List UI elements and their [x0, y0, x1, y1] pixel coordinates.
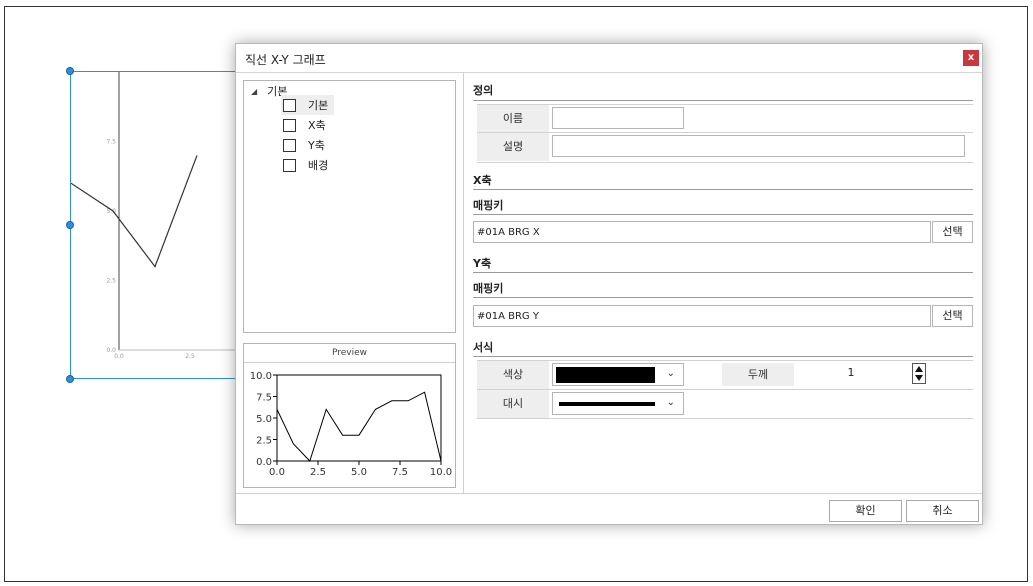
section-y-axis: Y축	[473, 257, 492, 270]
dash-combo[interactable]: ⌄	[552, 392, 684, 415]
checkbox[interactable]	[283, 138, 296, 152]
divider	[473, 297, 973, 298]
dialog-titlebar: 직선 X-Y 그래프 x	[236, 44, 982, 73]
x-select-button[interactable]: 선택	[932, 221, 973, 243]
tree-item-x-axis[interactable]: X축	[281, 115, 332, 135]
x-tick-label: 10.0	[430, 467, 452, 478]
divider	[477, 418, 973, 419]
preview-panel: Preview 0.0 0.0 2.5 2.5 5.0 5.0 7.5 7.5 10.0 10.0	[243, 343, 456, 488]
checkbox[interactable]	[283, 118, 296, 132]
y-select-button[interactable]: 선택	[932, 305, 973, 327]
preview-header: Preview	[244, 344, 455, 363]
cancel-button[interactable]: 취소	[906, 500, 979, 522]
color-combo[interactable]: ⌄	[552, 363, 684, 386]
dash-style-swatch	[559, 402, 655, 406]
dialog-title: 직선 X-Y 그래프	[245, 53, 326, 67]
x-mapping-key-title: 매핑키	[473, 199, 504, 212]
x-mapping-key-input[interactable]	[473, 221, 931, 243]
divider	[477, 162, 973, 163]
tree-item-background[interactable]: 배경	[281, 155, 334, 175]
description-label: 설명	[477, 133, 549, 161]
thickness-label: 두께	[722, 363, 794, 386]
x-tick-label: 2.5	[185, 353, 195, 360]
dash-label: 대시	[477, 390, 549, 418]
divider	[477, 360, 973, 361]
panel-divider	[463, 73, 464, 493]
close-button[interactable]: x	[963, 50, 979, 66]
divider	[473, 272, 973, 273]
tree-item-basic[interactable]: 기본	[281, 95, 335, 115]
y-tick-label: 7.5	[106, 139, 116, 146]
y-tick-label: 5.0	[256, 414, 272, 425]
y-tick-label: 2.5	[256, 436, 272, 447]
divider	[477, 132, 973, 133]
series-line	[71, 155, 198, 268]
collapse-arrow-icon[interactable]: ◢	[251, 87, 257, 96]
divider	[473, 356, 973, 357]
chevron-down-icon: ⌄	[666, 397, 675, 408]
thickness-spinner[interactable]	[912, 363, 926, 384]
preview-chart: 0.00.02.52.55.05.07.57.510.010.0	[250, 371, 452, 478]
line-xy-graph-dialog: 직선 X-Y 그래프 x ◢ 기본 기본 X축 Y축 배경 Preview 0.…	[235, 43, 983, 525]
resize-handle-top-left[interactable]	[66, 67, 74, 75]
property-tree: ◢ 기본 기본 X축 Y축 배경	[243, 80, 456, 333]
divider	[473, 100, 973, 101]
divider	[477, 104, 973, 105]
plot-frame	[276, 374, 442, 462]
spin-down-icon[interactable]	[915, 375, 923, 381]
y-mapping-key-title: 매핑키	[473, 282, 504, 295]
series-line	[276, 391, 442, 462]
section-x-axis: X축	[473, 174, 492, 187]
divider	[477, 389, 973, 390]
x-tick-label: 5.0	[351, 467, 367, 478]
chevron-down-icon: ⌄	[666, 368, 675, 379]
canvas-chart-widget[interactable]: 7.5 5.0 2.5 0.0 0.0 2.5	[70, 71, 241, 379]
x-tick-label: 7.5	[392, 467, 408, 478]
section-format: 서식	[473, 341, 494, 354]
tree-item-label: 배경	[308, 159, 329, 172]
color-swatch	[556, 367, 655, 383]
divider	[473, 214, 973, 215]
ok-button[interactable]: 확인	[829, 500, 902, 522]
description-input[interactable]	[552, 135, 965, 157]
tree-item-y-axis[interactable]: Y축	[281, 135, 331, 155]
x-tick-label: 2.5	[310, 467, 326, 478]
y-tick-label: 10.0	[250, 371, 272, 382]
tree-item-label: 기본	[308, 99, 329, 112]
canvas-chart-plot: 7.55.02.50.00.0 2.5	[71, 72, 241, 360]
y-tick-label: 2.5	[106, 278, 116, 285]
tree-item-label: Y축	[308, 139, 325, 152]
tree-item-label: X축	[308, 119, 326, 132]
thickness-value[interactable]: 1	[797, 362, 905, 384]
checkbox[interactable]	[283, 98, 296, 112]
x-tick-label: 0.0	[114, 353, 124, 360]
checkbox[interactable]	[283, 158, 296, 172]
section-definition: 정의	[473, 84, 494, 97]
y-tick-label: 7.5	[256, 393, 272, 404]
x-tick-label: 0.0	[269, 467, 285, 478]
resize-handle-bottom-left[interactable]	[66, 375, 74, 383]
color-label: 색상	[477, 361, 549, 389]
resize-handle-middle-left[interactable]	[66, 221, 74, 229]
divider	[473, 189, 973, 190]
footer-divider	[236, 493, 982, 494]
y-mapping-key-input[interactable]	[473, 305, 931, 327]
name-input[interactable]	[552, 107, 684, 129]
spin-up-icon[interactable]	[915, 366, 923, 372]
name-label: 이름	[477, 105, 549, 132]
